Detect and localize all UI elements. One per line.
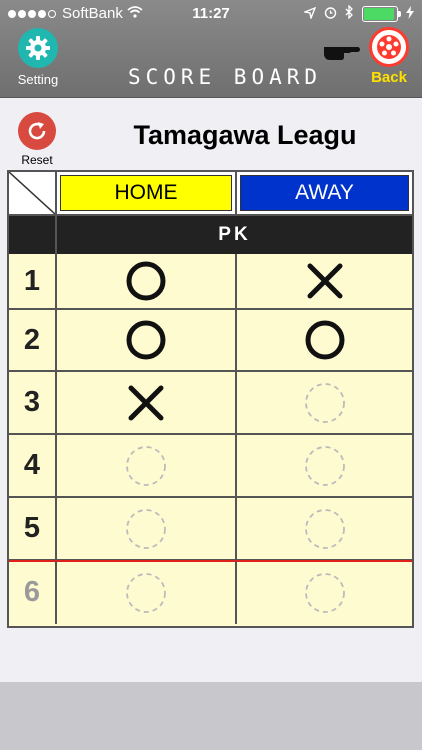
alarm-icon [324,6,337,23]
setting-label: Setting [17,72,59,87]
pk-row-number: 2 [9,310,57,370]
pk-number-column [9,216,57,254]
status-right [302,4,414,23]
home-kick-cell[interactable] [57,435,237,496]
bottom-bar [0,682,422,750]
empty-slot-icon [124,507,168,551]
pk-row-number: 6 [9,561,57,624]
empty-slot-icon [303,507,347,551]
pk-score-table: HOME AWAY PK 123456 [7,170,414,628]
home-kick-cell[interactable] [57,310,237,370]
away-kick-cell[interactable] [237,498,412,559]
empty-slot-icon [303,381,347,425]
pk-section-header: PK [9,216,412,254]
missed-cross-icon [303,259,347,303]
missed-cross-icon [124,381,168,425]
status-bar: SoftBank 11:27 [0,0,422,26]
home-kick-cell[interactable] [57,372,237,433]
away-label: AWAY [240,175,409,211]
away-kick-cell[interactable] [237,561,412,624]
away-kick-cell[interactable] [237,254,412,308]
location-icon [302,6,317,23]
pk-row: 5 [9,498,412,561]
scored-circle-icon [303,318,347,362]
empty-slot-icon [303,444,347,488]
away-kick-cell[interactable] [237,310,412,370]
empty-slot-icon [124,571,168,615]
pointing-hand-icon [322,38,362,67]
away-header: AWAY [237,172,412,216]
pk-row: 3 [9,372,412,435]
league-name: Tamagawa Leagu [133,120,357,150]
empty-slot-icon [303,571,347,615]
reset-label: Reset [21,153,53,167]
pk-row-number: 5 [9,498,57,559]
setting-button[interactable]: Setting [15,28,61,87]
reset-button[interactable]: Reset [14,112,60,167]
pk-row-number: 3 [9,372,57,433]
pk-label: PK [218,224,251,245]
top-bar: SoftBank 11:27 Setting SCORE BOARD Back [0,0,422,98]
home-kick-cell[interactable] [57,498,237,559]
home-kick-cell[interactable] [57,561,237,624]
charging-icon [406,5,414,23]
pk-row: 1 [9,254,412,310]
pk-row: 2 [9,310,412,372]
home-kick-cell[interactable] [57,254,237,308]
bluetooth-icon [345,4,354,23]
battery-icon [362,6,401,22]
table-corner [8,171,57,216]
gear-icon [18,28,58,68]
soccer-ball-icon [369,27,409,67]
away-kick-cell[interactable] [237,435,412,496]
pk-row: 4 [9,435,412,498]
reset-icon [18,112,56,150]
pk-row: 6 [9,561,412,624]
home-label: HOME [60,175,232,211]
page-title: SCORE BOARD [127,65,323,89]
scored-circle-icon [124,259,168,303]
home-header: HOME [57,172,237,216]
pk-row-number: 1 [9,254,57,308]
back-button[interactable]: Back [364,27,414,86]
scored-circle-icon [124,318,168,362]
pk-row-number: 4 [9,435,57,496]
back-label: Back [371,69,407,86]
away-kick-cell[interactable] [237,372,412,433]
empty-slot-icon [124,444,168,488]
